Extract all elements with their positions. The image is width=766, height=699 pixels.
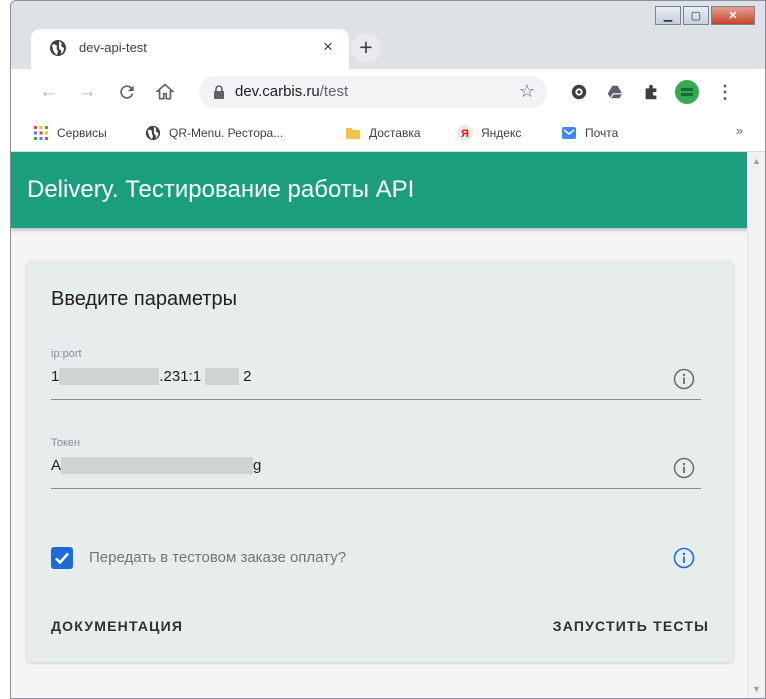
ip-port-input[interactable]: 1 .231:1 2 <box>51 368 251 385</box>
globe-icon <box>50 40 66 56</box>
mail-icon <box>562 127 576 139</box>
tab-title: dev-api-test <box>79 40 147 55</box>
bookmark-mail[interactable]: Почта <box>561 123 618 143</box>
redacted-block <box>59 368 160 385</box>
form-title: Введите параметры <box>51 288 237 310</box>
ip-port-underline <box>51 399 701 400</box>
token-label: Токен <box>51 437 81 449</box>
extension-circle-icon[interactable] <box>567 80 591 104</box>
address-bar[interactable]: dev.carbis.ru/test ☆ <box>199 76 547 108</box>
back-arrow-icon[interactable]: ← <box>37 80 61 104</box>
browser-toolbar: ← → dev.carbis.ru/test ☆ ⋮ <box>11 69 765 115</box>
home-icon[interactable] <box>153 80 177 104</box>
bookmark-label: Почта <box>585 126 619 140</box>
svg-text:Я: Я <box>461 128 469 140</box>
minimize-button[interactable]: ▁ <box>655 6 681 25</box>
redacted-block <box>61 457 254 474</box>
tab-dev-api-test[interactable]: dev-api-test × <box>31 29 349 69</box>
close-tab-icon[interactable]: × <box>318 37 338 57</box>
bookmark-label: QR-Menu. Рестора... <box>169 126 284 140</box>
close-window-button[interactable]: ✕ <box>711 6 755 25</box>
new-tab-button[interactable]: + <box>351 33 381 63</box>
maximize-button[interactable]: ▢ <box>683 6 709 25</box>
app-bar: Delivery. Тестирование работы API <box>11 152 749 228</box>
documentation-button[interactable]: ДОКУМЕНТАЦИЯ <box>51 618 183 634</box>
payment-checkbox-label[interactable]: Передать в тестовом заказе оплату? <box>89 549 346 566</box>
ip-port-value-mid: .231:1 <box>159 368 202 385</box>
token-value-end: g <box>253 457 262 474</box>
ip-port-value-start: 1 <box>51 368 60 385</box>
page-viewport: Delivery. Тестирование работы API Введит… <box>11 152 749 698</box>
bookmark-qr-menu[interactable]: QR-Menu. Рестора... <box>145 123 283 143</box>
scroll-down-icon[interactable]: ▼ <box>752 684 761 694</box>
bookmark-delivery[interactable]: Доставка <box>345 123 421 143</box>
apps-grid-icon <box>34 126 48 140</box>
browser-menu-icon[interactable]: ⋮ <box>713 80 737 104</box>
lock-icon <box>214 85 224 99</box>
window-controls: ▁ ▢ ✕ <box>655 6 755 30</box>
checkmark-icon <box>55 552 69 565</box>
info-icon[interactable] <box>673 457 695 479</box>
page-scrollbar[interactable]: ▲ ▼ <box>747 152 765 698</box>
info-icon[interactable] <box>673 368 695 390</box>
redacted-block <box>205 368 240 385</box>
bookmarks-bar: Сервисы QR-Menu. Рестора... Доставка Я Я… <box>11 115 765 152</box>
bookmark-label: Сервисы <box>57 126 107 140</box>
page-title: Delivery. Тестирование работы API <box>27 176 415 203</box>
globe-icon <box>145 125 161 141</box>
extensions-puzzle-icon[interactable] <box>639 80 663 104</box>
token-input[interactable]: A g <box>51 457 261 474</box>
browser-window: dev-api-test × + ▁ ▢ ✕ ← → dev.carbis.ru… <box>10 0 766 699</box>
params-card: Введите параметры ip:port 1 .231:1 2 Ток… <box>27 260 733 662</box>
bookmark-label: Доставка <box>369 126 421 140</box>
bookmark-yandex[interactable]: Я Яндекс <box>457 123 521 143</box>
bookmark-label: Яндекс <box>481 126 522 140</box>
bookmarks-overflow-icon[interactable]: » <box>736 123 743 138</box>
yandex-icon: Я <box>457 125 473 141</box>
payment-checkbox[interactable] <box>51 547 73 569</box>
scroll-up-icon[interactable]: ▲ <box>752 156 761 166</box>
drive-icon[interactable] <box>603 80 627 104</box>
url-text: dev.carbis.ru/test <box>235 83 349 100</box>
reload-icon[interactable] <box>115 80 139 104</box>
token-value-start: A <box>51 457 62 474</box>
bookmark-star-icon[interactable]: ☆ <box>519 81 535 102</box>
run-tests-button[interactable]: ЗАПУСТИТЬ ТЕСТЫ <box>553 618 709 634</box>
ip-port-label: ip:port <box>51 348 82 360</box>
forward-arrow-icon[interactable]: → <box>75 80 99 104</box>
ip-port-value-end: 2 <box>243 368 252 385</box>
tab-strip: dev-api-test × + ▁ ▢ ✕ <box>11 1 765 69</box>
bookmark-services[interactable]: Сервисы <box>33 123 107 143</box>
folder-icon <box>346 128 360 139</box>
token-underline <box>51 488 701 489</box>
profile-avatar[interactable] <box>675 80 699 104</box>
info-icon[interactable] <box>673 547 695 569</box>
